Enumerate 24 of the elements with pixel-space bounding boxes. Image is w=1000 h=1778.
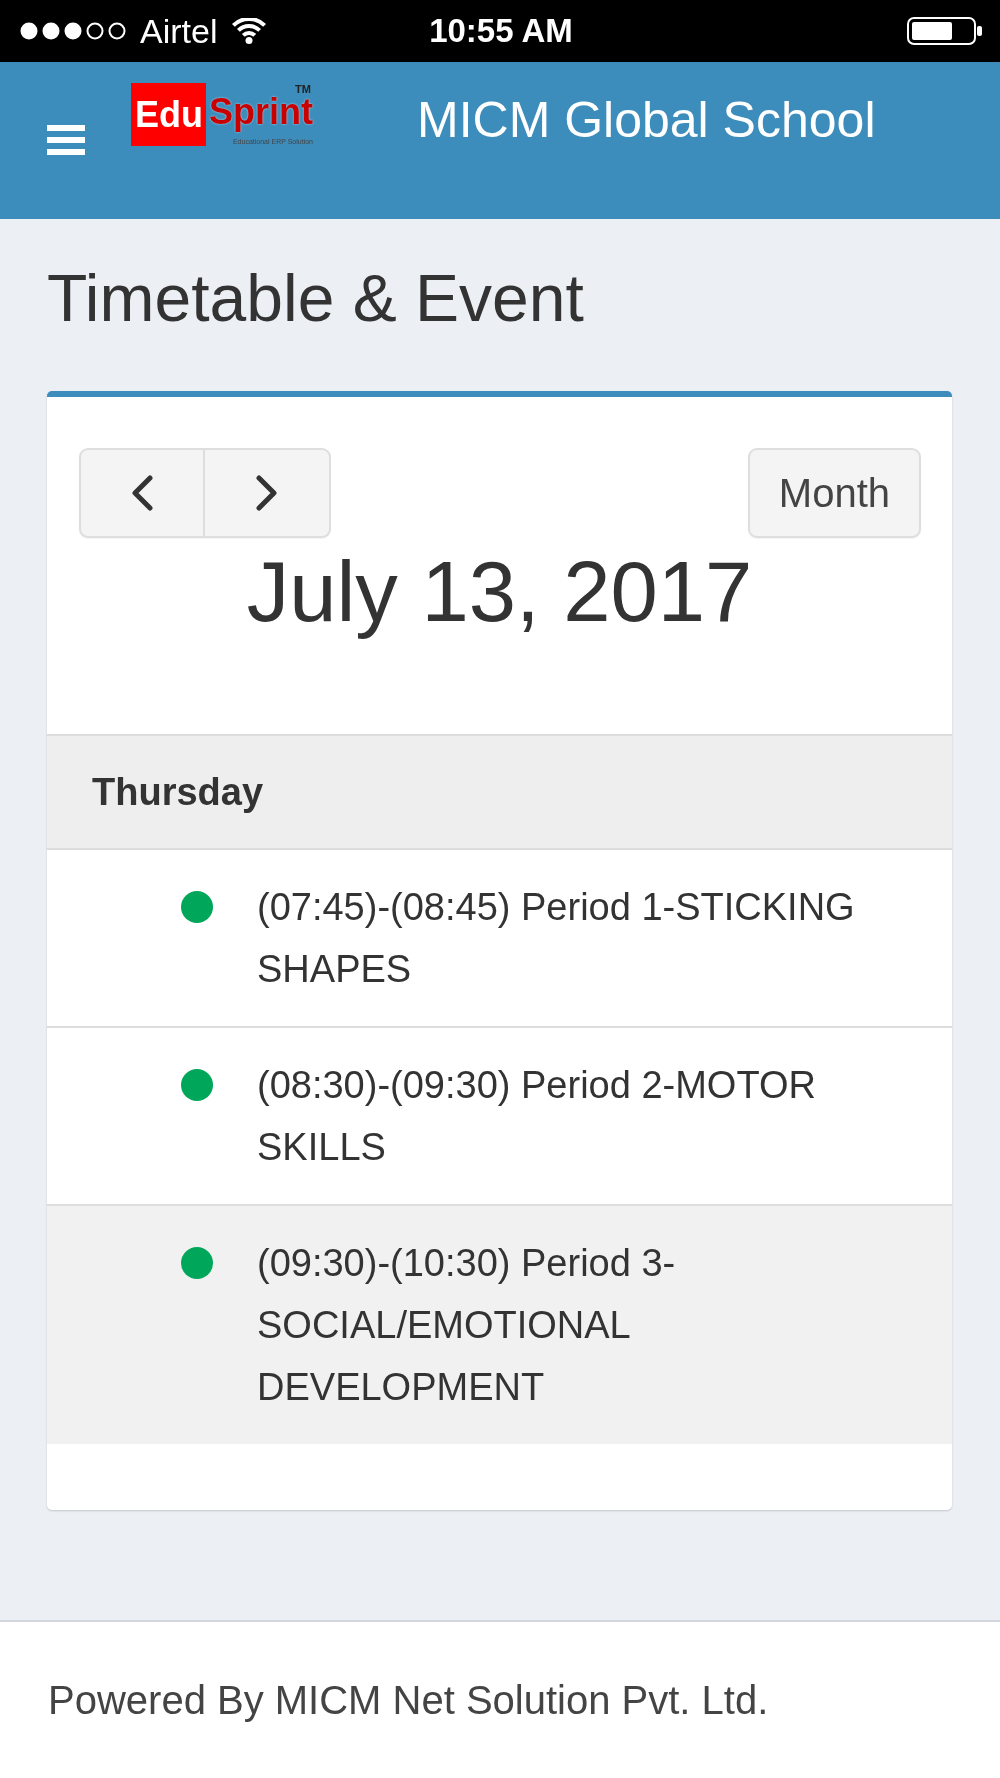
signal-strength-icon bbox=[20, 22, 126, 40]
next-button[interactable] bbox=[205, 448, 331, 538]
wifi-icon bbox=[231, 18, 268, 44]
day-header: Thursday bbox=[47, 734, 952, 850]
previous-button[interactable] bbox=[79, 448, 205, 538]
logo-badge: Edu bbox=[131, 83, 206, 146]
status-time: 10:55 AM bbox=[429, 11, 573, 51]
event-row[interactable]: (09:30)-(10:30) Period 3-SOCIAL/EMOTIONAL DEVELOPMENT bbox=[47, 1206, 952, 1444]
chevron-right-icon[interactable] bbox=[255, 475, 279, 511]
event-row[interactable]: (07:45)-(08:45) Period 1-STICKING SHAPES bbox=[47, 850, 952, 1028]
footer-credit: Powered By MICM Net Solution Pvt. Ltd. bbox=[48, 1677, 769, 1723]
carrier-name: Airtel bbox=[140, 11, 218, 51]
battery-icon bbox=[907, 17, 982, 45]
event-title: (07:45)-(08:45) Period 1-STICKING SHAPES bbox=[257, 885, 856, 992]
trademark-mark: TM bbox=[295, 83, 311, 95]
event-row[interactable]: (08:30)-(09:30) Period 2-MOTOR SKILLS bbox=[47, 1028, 952, 1206]
school-name: MICM Global School bbox=[417, 91, 876, 150]
menu-icon[interactable] bbox=[47, 125, 85, 155]
month-view-button[interactable]: Month bbox=[747, 448, 921, 538]
event-title: (09:30)-(10:30) Period 3-SOCIAL/EMOTIONAL DEVELOPMENT bbox=[257, 1241, 677, 1410]
calendar-date-title: July 13, 2017 bbox=[246, 543, 753, 641]
page-title: Timetable & Event bbox=[47, 260, 585, 336]
chevron-left-icon[interactable] bbox=[130, 475, 154, 511]
event-title: (08:30)-(09:30) Period 2-MOTOR SKILLS bbox=[257, 1063, 817, 1170]
